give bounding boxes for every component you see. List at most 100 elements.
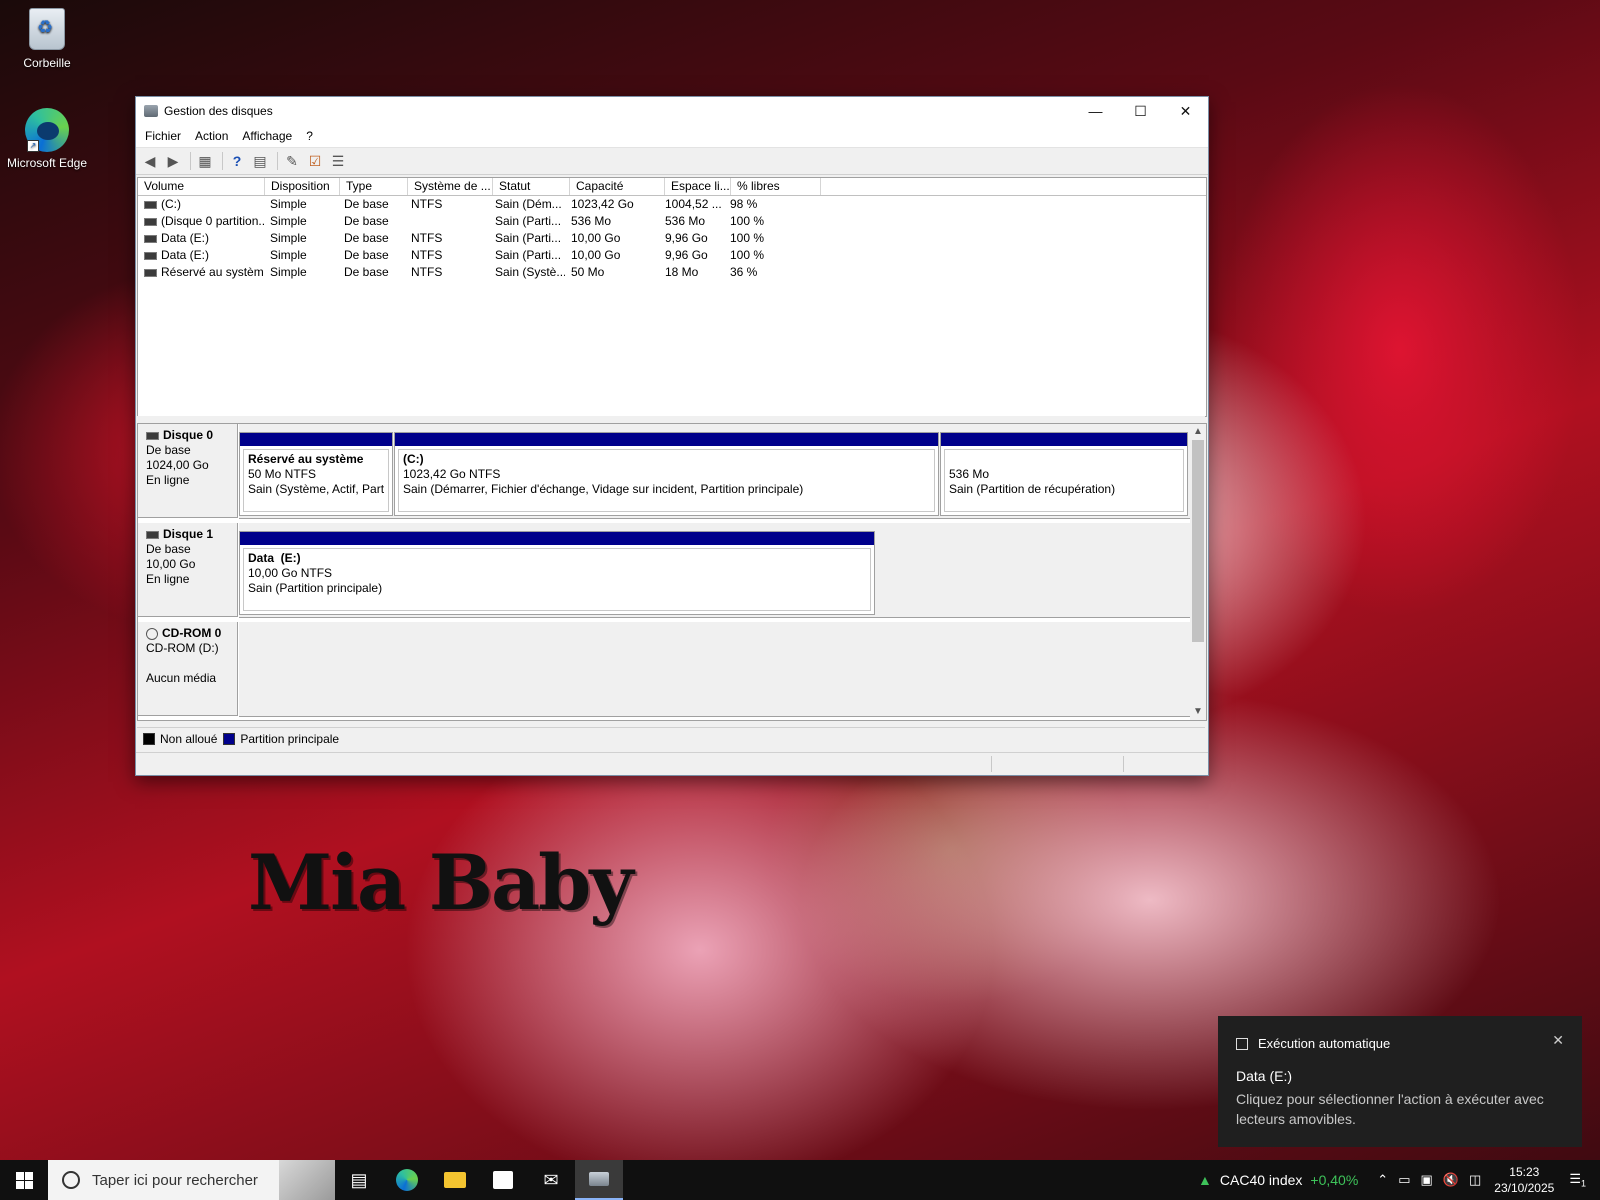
checklist-icon[interactable]: ☑: [305, 152, 325, 170]
disk-info-cdrom0[interactable]: CD-ROM 0 CD-ROM (D:) Aucun média: [138, 622, 238, 716]
start-button[interactable]: [0, 1160, 48, 1200]
disk-management-taskbar-icon[interactable]: [575, 1160, 623, 1200]
partition-system-reserved[interactable]: Réservé au système 50 Mo NTFS Sain (Syst…: [239, 432, 393, 516]
column-header-type[interactable]: Type: [340, 178, 408, 195]
menu-bar: Fichier Action Affichage ?: [136, 125, 1208, 147]
search-placeholder: Taper ici pour rechercher: [92, 1171, 258, 1189]
notification-body: Cliquez pour sélectionner l'action à exé…: [1236, 1091, 1544, 1127]
partition-c[interactable]: (C:) 1023,42 Go NTFS Sain (Démarrer, Fic…: [394, 432, 939, 516]
table-row[interactable]: Réservé au système Simple De base NTFS Sai…: [138, 264, 1206, 281]
scroll-down-icon[interactable]: ▼: [1190, 704, 1206, 720]
disk-name: CD-ROM 0: [162, 626, 222, 640]
partition-status: Sain (Partition de récupération): [949, 482, 1116, 496]
volume-icon: [144, 217, 157, 226]
desktop-icon-label: Corbeille: [23, 56, 71, 70]
stock-name: CAC40 index: [1219, 1172, 1303, 1188]
disk-name: Disque 1: [163, 527, 214, 541]
volume-list-header: Volume Disposition Type Système de ... S…: [138, 178, 1206, 196]
legend: Non alloué Partition principale: [137, 727, 1205, 750]
disk-size: 1024,00 Go: [146, 458, 209, 472]
pane-splitter[interactable]: [137, 416, 1205, 423]
disk-graphical-view: Disque 0 De base 1024,00 Go En ligne Rés…: [137, 423, 1207, 721]
desktop-icon-recycle-bin[interactable]: Corbeille: [2, 8, 92, 70]
column-header-free-space[interactable]: Espace li...: [665, 178, 731, 195]
partition-title: (C:): [403, 452, 424, 466]
disk-row-cdrom0: CD-ROM 0 CD-ROM (D:) Aucun média: [138, 622, 1190, 717]
disk-management-window: Gestion des disques — ☐ ✕ Fichier Action…: [135, 96, 1209, 776]
menu-help[interactable]: ?: [299, 129, 320, 143]
partition-title: Réservé au système: [248, 452, 364, 466]
desktop-icon-label: Microsoft Edge: [6, 156, 88, 170]
disk-info-disk0[interactable]: Disque 0 De base 1024,00 Go En ligne: [138, 424, 238, 518]
column-header-percent-free[interactable]: % libres: [731, 178, 821, 195]
search-icon: [62, 1171, 80, 1189]
view-list-icon[interactable]: ☰: [328, 152, 348, 170]
show-hide-console-tree-icon[interactable]: ▦: [195, 152, 215, 170]
table-row[interactable]: Data (E:) Simple De base NTFS Sain (Parti.…: [138, 247, 1206, 264]
chevron-up-icon[interactable]: ⌃: [1377, 1172, 1388, 1188]
autoplay-notification[interactable]: Exécution automatique ✕ Data (E:) Clique…: [1218, 1016, 1582, 1147]
disk-management-icon: [144, 105, 158, 117]
recycle-bin-icon: [25, 8, 69, 52]
properties-pane-icon[interactable]: ▤: [250, 152, 270, 170]
back-arrow-icon[interactable]: ◀: [140, 152, 160, 170]
meet-now-icon[interactable]: ▣: [1420, 1172, 1432, 1188]
partition-status: Sain (Partition principale): [248, 581, 383, 595]
partition-recovery[interactable]: 536 Mo Sain (Partition de récupération): [940, 432, 1188, 516]
mail-icon[interactable]: ✉: [527, 1160, 575, 1200]
scroll-up-icon[interactable]: ▲: [1190, 424, 1206, 440]
menu-fichier[interactable]: Fichier: [138, 129, 188, 143]
maximize-button[interactable]: ☐: [1118, 97, 1163, 125]
volume-icon: [144, 268, 157, 277]
menu-action[interactable]: Action: [188, 129, 235, 143]
clock[interactable]: 15:23 23/10/2025: [1494, 1164, 1554, 1196]
scroll-thumb[interactable]: [1192, 440, 1204, 642]
table-row[interactable]: Data (E:) Simple De base NTFS Sain (Parti.…: [138, 230, 1206, 247]
column-header-disposition[interactable]: Disposition: [265, 178, 340, 195]
forward-arrow-icon[interactable]: ▶: [163, 152, 183, 170]
disk-area-disk1: Data (E:) 10,00 Go NTFS Sain (Partition …: [239, 523, 1190, 618]
task-view-icon[interactable]: ▤: [335, 1160, 383, 1200]
system-tray: ▲ CAC40 index +0,40% ⌃ ▭ ▣ 🔇 ◫ 15:23 23/…: [1198, 1160, 1600, 1200]
search-highlight-image: [279, 1160, 335, 1200]
stock-change: +0,40%: [1310, 1172, 1359, 1188]
volume-icon: [144, 251, 157, 260]
column-header-filesystem[interactable]: Système de ...: [408, 178, 493, 195]
table-row[interactable]: (Disque 0 partition... Simple De base Sai…: [138, 213, 1206, 230]
action-center-icon[interactable]: ☰1: [1569, 1171, 1586, 1189]
minimize-button[interactable]: —: [1073, 97, 1118, 125]
edge-taskbar-icon[interactable]: [383, 1160, 431, 1200]
stock-widget[interactable]: ▲ CAC40 index +0,40%: [1198, 1172, 1358, 1188]
notification-title: Data (E:): [1236, 1068, 1293, 1084]
column-header-capacity[interactable]: Capacité: [570, 178, 665, 195]
partition-data-e[interactable]: Data (E:) 10,00 Go NTFS Sain (Partition …: [239, 531, 875, 615]
file-explorer-icon[interactable]: [431, 1160, 479, 1200]
help-icon[interactable]: ?: [227, 152, 247, 170]
disk-info-disk1[interactable]: Disque 1 De base 10,00 Go En ligne: [138, 523, 238, 617]
disk-type: De base: [146, 542, 191, 556]
desktop-icon-edge[interactable]: ↗ Microsoft Edge: [2, 108, 92, 170]
partition-title: Data (E:): [248, 551, 301, 565]
partition-size: 1023,42 Go NTFS: [403, 467, 501, 481]
usb-eject-icon[interactable]: ▭: [1398, 1172, 1410, 1188]
column-header-status[interactable]: Statut: [493, 178, 570, 195]
clock-time: 15:23: [1509, 1165, 1540, 1179]
network-icon[interactable]: ◫: [1469, 1172, 1481, 1188]
disk-area-cdrom0: [239, 622, 1190, 717]
column-header-volume[interactable]: Volume: [138, 178, 265, 195]
menu-affichage[interactable]: Affichage: [235, 129, 299, 143]
notification-count: 1: [1580, 1178, 1586, 1189]
table-row[interactable]: (C:) Simple De base NTFS Sain (Dém... 1023,…: [138, 196, 1206, 213]
rescan-disks-icon[interactable]: ✎: [282, 152, 302, 170]
window-title: Gestion des disques: [164, 104, 273, 118]
microsoft-store-icon[interactable]: [479, 1160, 527, 1200]
close-icon[interactable]: ✕: [1552, 1032, 1564, 1049]
volume-icon: [144, 234, 157, 243]
vertical-scrollbar[interactable]: ▲ ▼: [1190, 424, 1206, 720]
disk-icon: [146, 530, 159, 539]
title-bar[interactable]: Gestion des disques — ☐ ✕: [136, 97, 1208, 125]
legend-swatch-unallocated: [143, 733, 155, 745]
search-box[interactable]: Taper ici pour rechercher: [48, 1160, 335, 1200]
close-button[interactable]: ✕: [1163, 97, 1208, 125]
volume-muted-icon[interactable]: 🔇: [1443, 1172, 1459, 1188]
